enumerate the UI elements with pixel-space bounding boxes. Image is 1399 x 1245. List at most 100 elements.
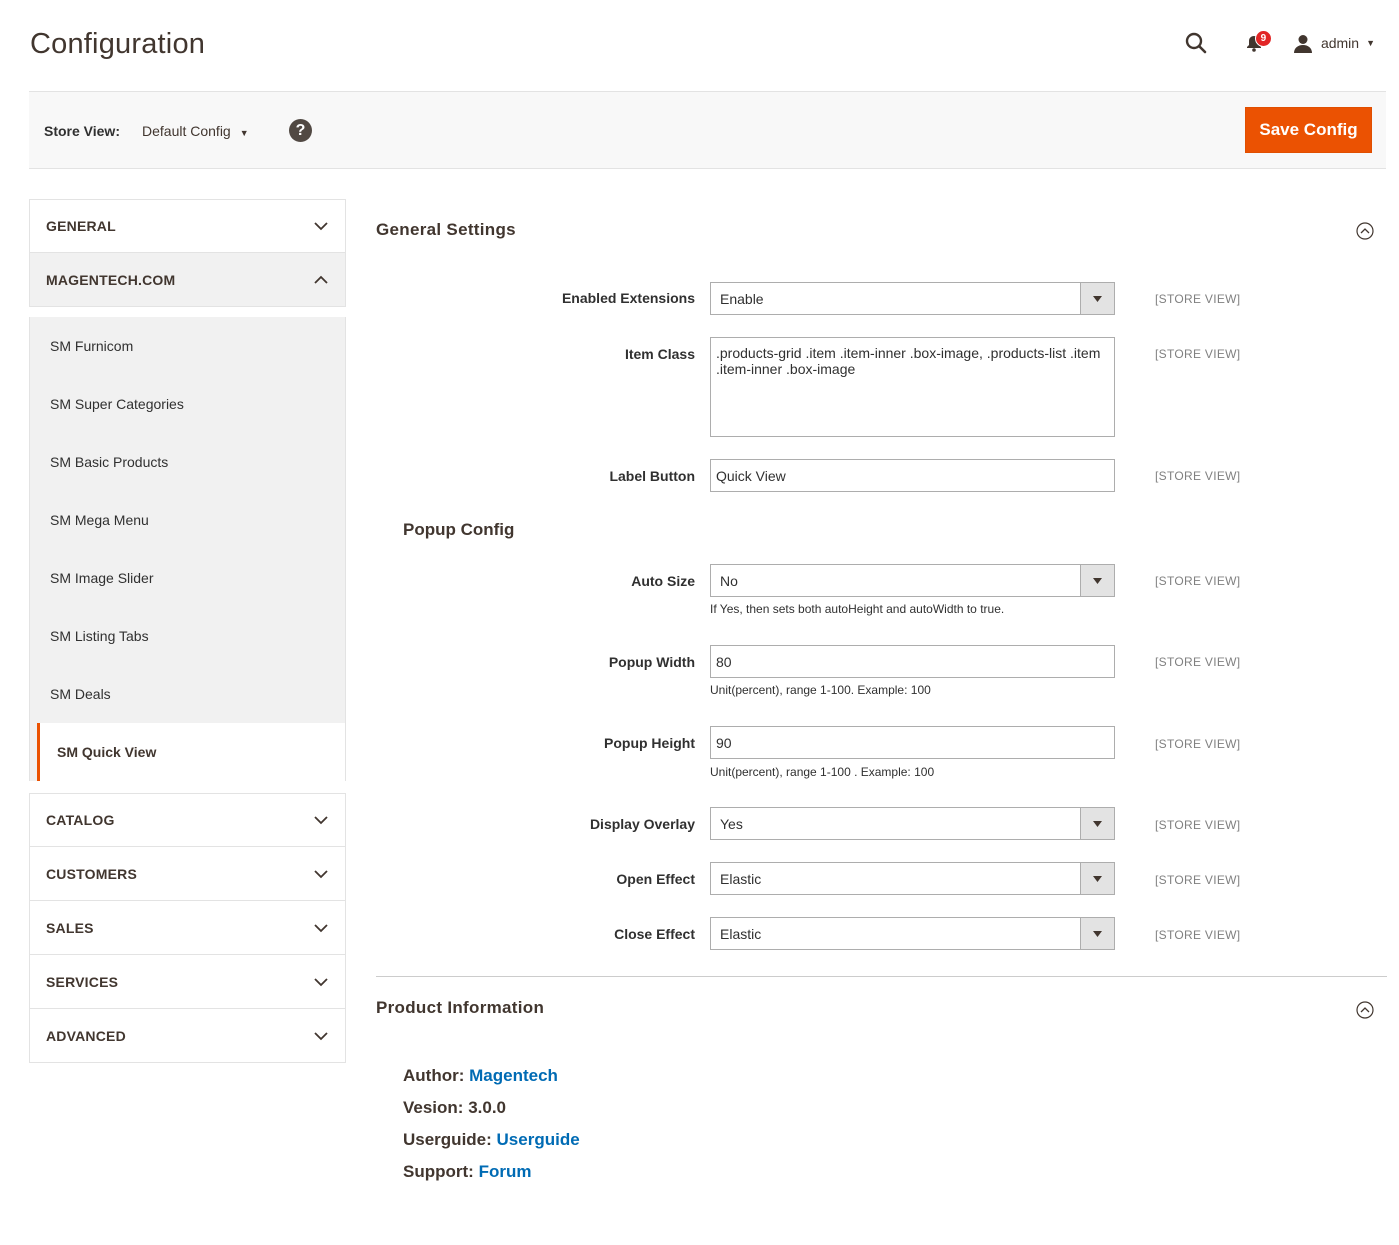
close-effect-select[interactable]: Elastic xyxy=(710,917,1115,950)
tab-label: SERVICES xyxy=(46,973,119,990)
scope-label: [STORE VIEW] xyxy=(1155,347,1241,361)
tab-magentech[interactable]: MAGENTECH.COM xyxy=(29,253,346,307)
caret-down-icon: ▼ xyxy=(1366,38,1375,48)
scope-label: [STORE VIEW] xyxy=(1155,737,1241,751)
header-actions: 9 admin ▼ xyxy=(1181,28,1375,58)
info-key: Support: xyxy=(403,1162,474,1181)
open-effect-select[interactable]: Elastic xyxy=(710,862,1115,895)
notifications-button[interactable]: 9 xyxy=(1239,28,1272,58)
scope-label: [STORE VIEW] xyxy=(1155,928,1241,942)
scope-label: [STORE VIEW] xyxy=(1155,292,1241,306)
user-account-menu[interactable]: admin ▼ xyxy=(1293,34,1375,53)
magentech-sub-list: SM Furnicom SM Super Categories SM Basic… xyxy=(29,317,346,781)
chevron-down-icon xyxy=(314,869,328,878)
select-value: Yes xyxy=(720,816,743,832)
auto-size-select[interactable]: No xyxy=(710,564,1115,597)
select-value: No xyxy=(720,573,738,589)
info-version: Vesion: 3.0.0 xyxy=(403,1098,506,1118)
product-information-title[interactable]: Product Information xyxy=(376,998,544,1018)
version-value: 3.0.0 xyxy=(468,1098,507,1117)
info-support: Support: Forum xyxy=(403,1162,531,1182)
tab-label: SALES xyxy=(46,919,94,936)
select-box[interactable]: Enable xyxy=(710,282,1115,315)
label-button-field xyxy=(710,459,1115,492)
sidebar-item-sm-deals[interactable]: SM Deals xyxy=(30,665,345,723)
popup-width-note: Unit(percent), range 1-100. Example: 100 xyxy=(710,683,931,697)
label-button-input[interactable] xyxy=(710,459,1115,492)
select-value: Elastic xyxy=(720,871,762,887)
sidebar-item-sm-mega-menu[interactable]: SM Mega Menu xyxy=(30,491,345,549)
select-value: Enable xyxy=(720,291,764,307)
select-value: Elastic xyxy=(720,926,762,942)
popup-height-label: Popup Height xyxy=(604,735,695,751)
popup-height-note: Unit(percent), range 1-100 . Example: 10… xyxy=(710,765,935,779)
scope-label: [STORE VIEW] xyxy=(1155,469,1241,483)
chevron-down-icon xyxy=(314,923,328,932)
author-link[interactable]: Magentech xyxy=(469,1066,558,1085)
chevron-down-icon xyxy=(314,222,328,231)
triangle-down-icon xyxy=(1093,820,1102,827)
chevron-down-icon xyxy=(314,1031,328,1040)
tab-services[interactable]: SERVICES xyxy=(29,955,346,1009)
collapse-icon[interactable] xyxy=(1356,222,1374,240)
item-class-label: Item Class xyxy=(624,346,695,362)
chevron-up-icon xyxy=(314,275,328,284)
scope-label: [STORE VIEW] xyxy=(1155,873,1241,887)
tab-customers[interactable]: CUSTOMERS xyxy=(29,847,346,901)
scope-label: [STORE VIEW] xyxy=(1155,655,1241,669)
sidebar-item-sm-image-slider[interactable]: SM Image Slider xyxy=(30,549,345,607)
userguide-link[interactable]: Userguide xyxy=(497,1130,580,1149)
tab-catalog[interactable]: CATALOG xyxy=(29,793,346,847)
global-search-button[interactable] xyxy=(1181,28,1211,58)
sidebar-item-sm-quick-view[interactable]: SM Quick View xyxy=(37,723,345,781)
store-view-value: Default Config xyxy=(142,123,231,139)
triangle-down-icon xyxy=(1093,930,1102,937)
sidebar-item-sm-basic-products[interactable]: SM Basic Products xyxy=(30,433,345,491)
save-config-button[interactable]: Save Config xyxy=(1245,107,1372,153)
help-icon[interactable]: ? xyxy=(289,119,312,142)
popup-height-field xyxy=(710,726,1115,759)
triangle-down-icon xyxy=(1093,875,1102,882)
tab-general[interactable]: GENERAL xyxy=(29,199,346,253)
collapse-icon[interactable] xyxy=(1356,1001,1374,1019)
select-arrow[interactable] xyxy=(1080,808,1114,839)
store-view-label: Store View: xyxy=(44,123,120,139)
select-arrow[interactable] xyxy=(1080,283,1114,314)
select-arrow[interactable] xyxy=(1080,918,1114,949)
tab-advanced[interactable]: ADVANCED xyxy=(29,1009,346,1063)
display-overlay-select[interactable]: Yes xyxy=(710,807,1115,840)
sidebar-item-sm-furnicom[interactable]: SM Furnicom xyxy=(30,317,345,375)
info-key: Userguide: xyxy=(403,1130,492,1149)
sidebar-item-sm-super-categories[interactable]: SM Super Categories xyxy=(30,375,345,433)
select-box[interactable]: Elastic xyxy=(710,862,1115,895)
caret-down-icon: ▼ xyxy=(239,128,249,138)
info-key: Author: xyxy=(403,1066,465,1085)
item-class-field: .products-grid .item .item-inner .box-im… xyxy=(710,337,1115,442)
tab-sales[interactable]: SALES xyxy=(29,901,346,955)
popup-config-heading: Popup Config xyxy=(403,520,515,539)
auto-size-note: If Yes, then sets both autoHeight and au… xyxy=(710,602,1005,616)
page-title: Configuration xyxy=(30,28,206,60)
popup-width-input[interactable] xyxy=(710,645,1115,678)
user-name: admin xyxy=(1320,35,1360,51)
select-arrow[interactable] xyxy=(1080,565,1114,596)
store-view-switcher[interactable]: Default Config ▼ xyxy=(142,123,249,139)
select-box[interactable]: No xyxy=(710,564,1115,597)
enabled-extensions-select[interactable]: Enable xyxy=(710,282,1115,315)
scope-label: [STORE VIEW] xyxy=(1155,574,1241,588)
general-settings-title[interactable]: General Settings xyxy=(376,220,516,240)
select-arrow[interactable] xyxy=(1080,863,1114,894)
popup-height-input[interactable] xyxy=(710,726,1115,759)
sidebar-item-sm-listing-tabs[interactable]: SM Listing Tabs xyxy=(30,607,345,665)
forum-link[interactable]: Forum xyxy=(479,1162,532,1181)
info-userguide: Userguide: Userguide xyxy=(403,1130,580,1150)
triangle-down-icon xyxy=(1093,295,1102,302)
select-box[interactable]: Yes xyxy=(710,807,1115,840)
tab-label: CATALOG xyxy=(46,812,115,828)
search-icon xyxy=(1185,32,1207,54)
info-key: Vesion: xyxy=(403,1098,464,1117)
item-class-textarea[interactable]: .products-grid .item .item-inner .box-im… xyxy=(710,337,1115,437)
display-overlay-label: Display Overlay xyxy=(589,816,695,832)
select-box[interactable]: Elastic xyxy=(710,917,1115,950)
tab-label: MAGENTECH.COM xyxy=(46,271,176,288)
